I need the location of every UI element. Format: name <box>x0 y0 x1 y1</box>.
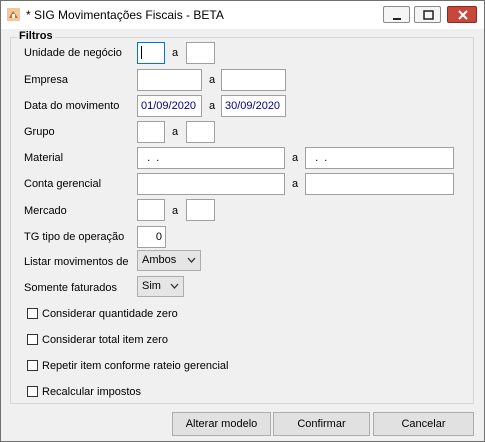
listar-movimentos-label: Listar movimentos de <box>24 256 129 268</box>
data-movimento-label: Data do movimento <box>24 100 120 112</box>
conta-gerencial-to-input[interactable] <box>305 173 454 195</box>
material-label: Material <box>24 152 64 164</box>
checkbox-box[interactable] <box>27 308 38 319</box>
checkbox-label: Recalcular impostos <box>42 386 142 398</box>
checkbox-label: Considerar quantidade zero <box>42 308 178 320</box>
unidade-negocio-label: Unidade de negócio <box>24 47 122 59</box>
confirmar-button[interactable]: Confirmar <box>273 412 370 436</box>
material-from-input[interactable]: . . <box>137 147 285 169</box>
text-caret <box>141 46 142 59</box>
range-separator: a <box>172 47 179 59</box>
mercado-from-input[interactable] <box>137 199 165 221</box>
range-separator: a <box>209 100 216 112</box>
empresa-label: Empresa <box>24 74 69 86</box>
checkbox-box[interactable] <box>27 334 38 345</box>
chevron-down-icon <box>170 283 179 289</box>
window-title: * SIG Movimentações Fiscais - BETA <box>26 8 224 22</box>
chevron-down-icon <box>187 257 196 263</box>
tg-tipo-operacao-label: TG tipo de operação <box>24 231 125 243</box>
filters-legend: Filtros <box>17 30 55 42</box>
checkbox-box[interactable] <box>27 360 38 371</box>
data-movimento-from-input[interactable]: 01/09/2020 <box>137 95 202 117</box>
minimize-button[interactable] <box>383 6 410 23</box>
app-icon <box>7 8 20 21</box>
empresa-to-input[interactable] <box>221 69 286 91</box>
mercado-label: Mercado <box>24 205 67 217</box>
grupo-to-input[interactable] <box>186 121 215 143</box>
listar-movimentos-value: Ambos <box>142 254 177 266</box>
range-separator: a <box>172 126 179 138</box>
range-separator: a <box>292 178 299 190</box>
checkbox-box[interactable] <box>27 386 38 397</box>
unidade-negocio-to-input[interactable] <box>186 42 215 64</box>
title-bar[interactable]: * SIG Movimentações Fiscais - BETA <box>1 1 484 29</box>
mercado-to-input[interactable] <box>186 199 215 221</box>
alterar-modelo-button[interactable]: Alterar modelo <box>172 412 271 436</box>
range-separator: a <box>292 152 299 164</box>
listar-movimentos-select[interactable]: Ambos <box>137 250 201 271</box>
range-separator: a <box>209 74 216 86</box>
close-button[interactable] <box>447 6 477 23</box>
grupo-from-input[interactable] <box>137 121 165 143</box>
maximize-button[interactable] <box>414 6 441 23</box>
checkbox-label: Repetir item conforme rateio gerencial <box>42 360 229 372</box>
material-to-input[interactable]: . . <box>305 147 454 169</box>
cancelar-button[interactable]: Cancelar <box>373 412 474 436</box>
somente-faturados-value: Sim <box>142 280 161 292</box>
grupo-label: Grupo <box>24 126 55 138</box>
data-movimento-to-input[interactable]: 30/09/2020 <box>221 95 286 117</box>
somente-faturados-select[interactable]: Sim <box>137 276 184 297</box>
checkbox-label: Considerar total item zero <box>42 334 168 346</box>
somente-faturados-label: Somente faturados <box>24 282 117 294</box>
tg-tipo-operacao-input[interactable]: 0 <box>137 226 166 248</box>
conta-gerencial-from-input[interactable] <box>137 173 285 195</box>
conta-gerencial-label: Conta gerencial <box>24 178 102 190</box>
range-separator: a <box>172 205 179 217</box>
filters-groupbox <box>10 37 474 404</box>
empresa-from-input[interactable] <box>137 69 202 91</box>
